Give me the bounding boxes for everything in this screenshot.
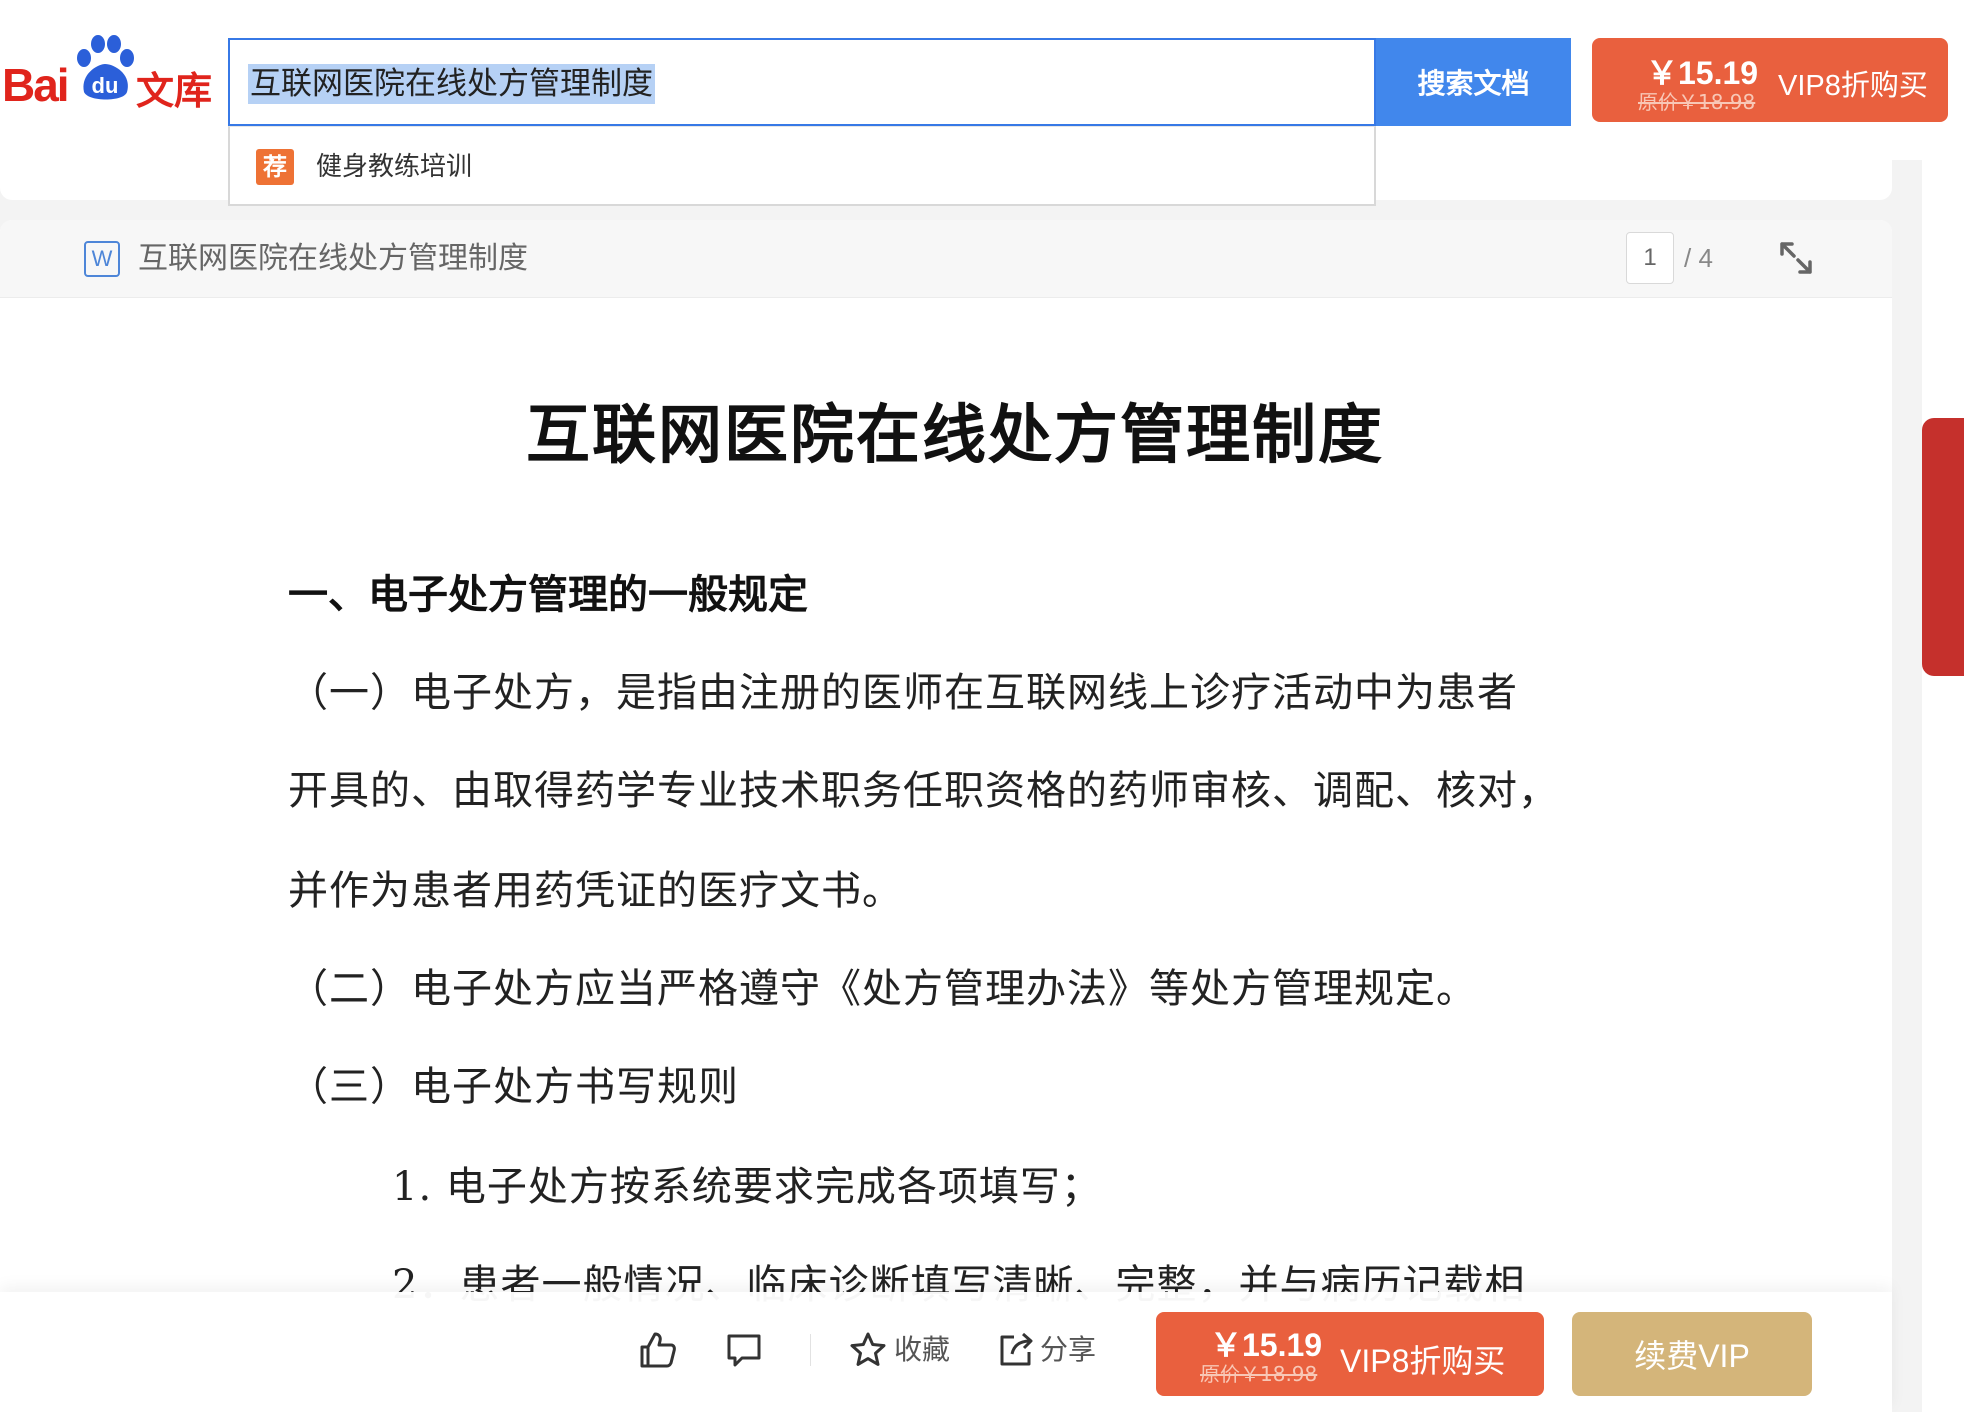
thumbs-up-icon[interactable] [638,1330,678,1370]
price-original: 原价￥18.98 [1638,90,1756,114]
document-heading: 互联网医院在线处方管理制度 [526,398,1384,473]
buy-label: VIP8折购买 [1340,1343,1506,1379]
page-total: / 4 [1684,243,1713,273]
vip-discount-buy-button[interactable]: ￥15.19 原价￥18.98 VIP8折购买 [1592,38,1948,122]
paragraph: 开具的、由取得药学专业技术职务任职资格的药师审核、调配、核对， [288,768,1559,814]
suggestion-text: 健身教练培训 [316,152,473,182]
renew-vip-button[interactable]: 续费VIP [1572,1312,1812,1396]
document-page: 互联网医院在线处方管理制度 一、电子处方管理的一般规定 （一）电子处方，是指由注… [0,298,1892,1412]
paragraph: 并作为患者用药凭证的医疗文书。 [288,868,903,914]
baidu-wenku-logo[interactable]: Bai du 文库 [0,30,215,113]
search-input[interactable]: 互联网医院在线处方管理制度 [228,38,1376,126]
section-title: 一、电子处方管理的一般规定 [288,571,808,618]
search-suggestion-item[interactable]: 荐 健身教练培训 [228,126,1376,206]
price-original: 原价￥18.98 [1200,1362,1318,1386]
search-input-value: 互联网医院在线处方管理制度 [248,64,655,104]
list-item: 1. 电子处方按系统要求完成各项填写； [392,1164,1102,1210]
baidu-paw-icon: du [77,35,134,100]
recommend-badge: 荐 [256,149,294,185]
star-icon[interactable] [848,1330,888,1370]
side-rail-tab[interactable] [1922,418,1964,676]
comment-icon[interactable] [724,1330,764,1370]
logo-wenku-text: 文库 [136,69,213,113]
share-button[interactable]: 分享 [1040,1332,1096,1368]
paragraph: （三）电子处方书写规则 [288,1064,739,1110]
buy-label: VIP8折购买 [1778,70,1928,102]
share-icon[interactable] [996,1330,1036,1370]
search-button[interactable]: 搜索文档 [1376,38,1571,126]
word-doc-icon: W [84,241,120,277]
paragraph: （一）电子处方，是指由注册的医师在互联网线上诊疗活动中为患者 [288,670,1518,716]
paragraph: （二）电子处方应当严格遵守《处方管理办法》等处方管理规定。 [288,966,1477,1012]
bottom-action-bar: 收藏 分享 ￥15.19 原价￥18.98 VIP8折购买 续费VIP [0,1292,1892,1412]
page-number-input[interactable]: 1 [1626,232,1674,284]
document-title: 互联网医院在线处方管理制度 [138,241,528,276]
divider [810,1334,811,1366]
logo-bai-text: Bai [2,59,70,111]
vip-discount-buy-button-bottom[interactable]: ￥15.19 原价￥18.98 VIP8折购买 [1156,1312,1544,1396]
document-panel: W 互联网医院在线处方管理制度 1 / 4 互联网医院在线处方管理制度 一、电子… [0,220,1892,1412]
logo-du-text: du [92,73,119,98]
document-toolbar: W 互联网医院在线处方管理制度 1 / 4 [0,220,1892,298]
expand-icon[interactable] [1778,240,1814,276]
right-side-rail [1922,160,1964,1412]
favorite-button[interactable]: 收藏 [894,1332,950,1368]
